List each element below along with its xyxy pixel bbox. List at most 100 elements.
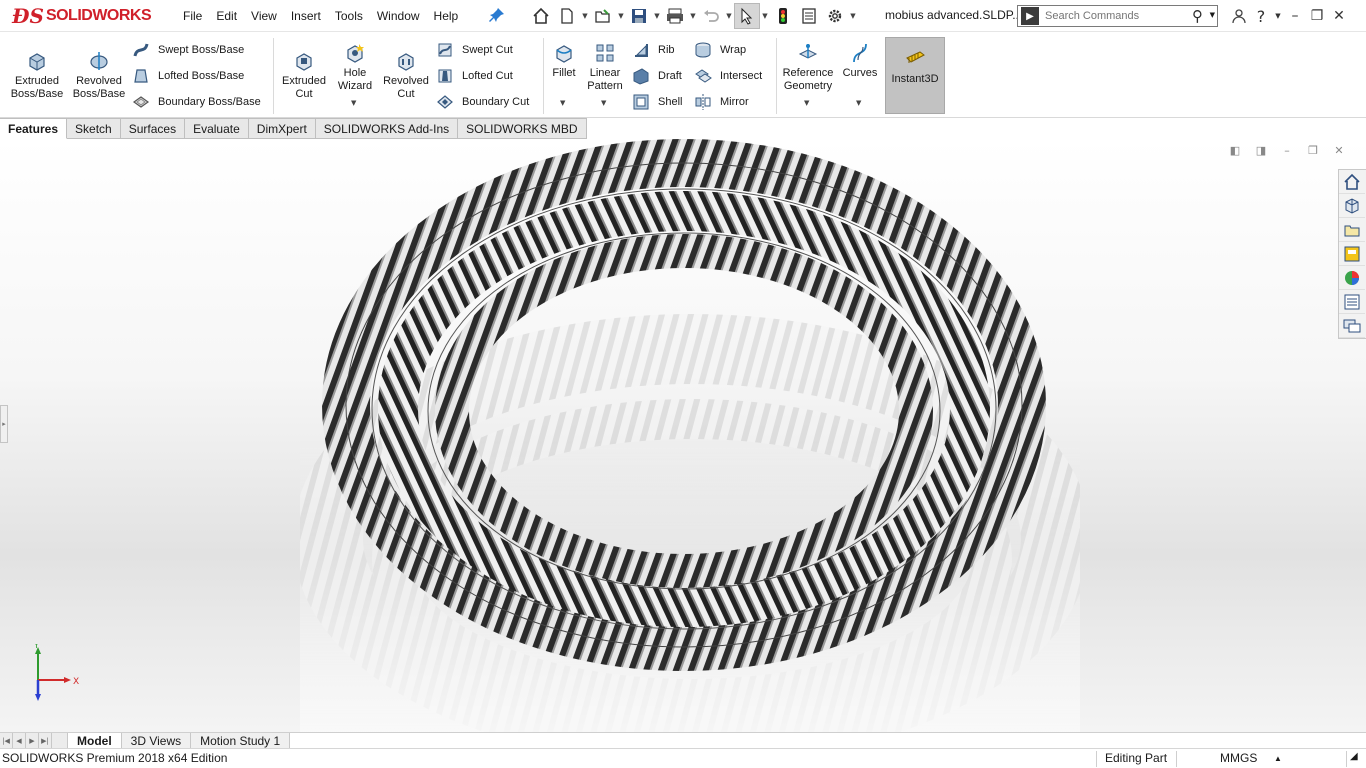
save-dropdown-icon[interactable]: ▼ <box>652 12 662 20</box>
wrap-button[interactable]: Wrap <box>694 40 746 60</box>
forum-chat-icon[interactable] <box>1339 314 1365 338</box>
tab-solidworks-addins[interactable]: SOLIDWORKS Add-Ins <box>315 118 459 139</box>
select-dropdown-icon[interactable]: ▼ <box>760 12 770 20</box>
resize-grip-icon[interactable]: ◢ <box>1350 751 1358 762</box>
lofted-cut-button[interactable]: Lofted Cut <box>436 66 513 86</box>
curves-label: Curves <box>842 67 878 79</box>
extruded-cut-button[interactable]: Extruded Cut <box>278 50 330 101</box>
status-divider <box>1176 751 1177 767</box>
options-gear-icon[interactable] <box>822 3 848 29</box>
rebuild-traffic-light-icon[interactable] <box>770 3 796 29</box>
search-commands-box[interactable]: ▶ ⚲ ▼ <box>1017 5 1218 27</box>
solidworks-logo[interactable]: ƉS SOLIDWORKS <box>12 2 156 30</box>
print-icon[interactable] <box>662 3 688 29</box>
graphics-viewport[interactable]: ◧ ◨ – ❐ ✕ ▸ X Y <box>0 139 1366 732</box>
print-dropdown-icon[interactable]: ▼ <box>688 12 698 20</box>
new-document-icon[interactable] <box>554 3 580 29</box>
close-icon[interactable]: ✕ <box>1328 4 1350 28</box>
tab-evaluate[interactable]: Evaluate <box>185 118 249 139</box>
tab-3d-views[interactable]: 3D Views <box>121 733 192 748</box>
fillet-button[interactable]: Fillet <box>548 42 580 80</box>
solidworks-resources-icon[interactable] <box>1339 170 1365 194</box>
help-dropdown-icon[interactable]: ▼ <box>1272 4 1284 28</box>
search-dropdown-icon[interactable]: ▼ <box>1210 11 1215 19</box>
tab-motion-study-1[interactable]: Motion Study 1 <box>191 733 291 748</box>
menu-tools[interactable]: Tools <box>328 9 370 23</box>
file-explorer-icon[interactable] <box>1339 218 1365 242</box>
view-palette-icon[interactable] <box>1339 242 1365 266</box>
open-icon[interactable] <box>590 3 616 29</box>
instant3d-toggle[interactable]: Instant3D <box>885 37 945 114</box>
curves-button[interactable]: Curves <box>838 42 882 80</box>
undo-icon[interactable] <box>698 3 724 29</box>
draft-button[interactable]: Draft <box>632 66 682 86</box>
design-library-icon[interactable] <box>1339 194 1365 218</box>
custom-properties-icon[interactable] <box>1339 290 1365 314</box>
rib-button[interactable]: Rib <box>632 40 675 60</box>
minimize-icon[interactable]: – <box>1284 4 1306 28</box>
swept-cut-button[interactable]: Swept Cut <box>436 40 513 60</box>
tab-dimxpert[interactable]: DimXpert <box>248 118 316 139</box>
menu-insert[interactable]: Insert <box>284 9 328 23</box>
search-input[interactable] <box>1045 7 1185 25</box>
tab-features[interactable]: Features <box>0 118 68 139</box>
bottom-tabs-bar: |◀ ◀ ▶ ▶| Model 3D Views Motion Study 1 <box>0 732 1366 748</box>
viewport-restore-icon[interactable]: ❐ <box>1300 141 1326 159</box>
home-icon[interactable] <box>528 3 554 29</box>
menu-help[interactable]: Help <box>427 9 466 23</box>
new-dropdown-icon[interactable]: ▼ <box>580 12 590 20</box>
user-account-icon[interactable] <box>1228 4 1250 28</box>
save-icon[interactable] <box>626 3 652 29</box>
help-question-icon[interactable]: ? <box>1250 4 1272 28</box>
viewport-minimize-icon[interactable]: – <box>1274 141 1300 159</box>
linear-pattern-dropdown-icon[interactable]: ▼ <box>601 99 606 107</box>
fillet-dropdown-icon[interactable]: ▼ <box>560 99 565 107</box>
status-units[interactable]: MMGS <box>1220 751 1257 765</box>
menu-file[interactable]: File <box>176 9 209 23</box>
first-tab-arrow-icon[interactable]: |◀ <box>0 733 13 748</box>
shell-button[interactable]: Shell <box>632 92 682 112</box>
tab-sketch[interactable]: Sketch <box>67 118 121 139</box>
curves-icon <box>853 43 867 63</box>
undo-dropdown-icon[interactable]: ▼ <box>724 12 734 20</box>
menu-edit[interactable]: Edit <box>209 9 244 23</box>
tab-scroll-arrows: |◀ ◀ ▶ ▶| <box>0 733 68 748</box>
tab-solidworks-mbd[interactable]: SOLIDWORKS MBD <box>458 118 587 139</box>
boundary-cut-button[interactable]: Boundary Cut <box>436 92 529 112</box>
lofted-boss-button[interactable]: Lofted Boss/Base <box>132 66 244 86</box>
hole-wizard-dropdown-icon[interactable]: ▼ <box>351 99 356 107</box>
menu-view[interactable]: View <box>244 9 284 23</box>
viewport-close-icon[interactable]: ✕ <box>1326 141 1352 159</box>
tab-surfaces[interactable]: Surfaces <box>120 118 186 139</box>
boundary-boss-button[interactable]: Boundary Boss/Base <box>132 92 261 112</box>
revolved-boss-button[interactable]: Revolved Boss/Base <box>70 50 128 101</box>
next-view-icon[interactable]: ◨ <box>1248 141 1274 159</box>
open-dropdown-icon[interactable]: ▼ <box>616 12 626 20</box>
revolved-cut-button[interactable]: Revolved Cut <box>380 50 432 101</box>
last-tab-arrow-icon[interactable]: ▶| <box>39 733 52 748</box>
tab-model[interactable]: Model <box>68 733 122 748</box>
reference-geometry-button[interactable]: Reference Geometry <box>780 42 836 93</box>
hole-wizard-button[interactable]: Hole Wizard <box>332 42 378 93</box>
select-pointer-icon[interactable] <box>734 3 760 29</box>
search-magnifier-icon[interactable]: ⚲ <box>1192 7 1203 25</box>
reference-geometry-dropdown-icon[interactable]: ▼ <box>804 99 809 107</box>
units-up-arrow-icon[interactable]: ▲ <box>1274 754 1282 763</box>
options-dropdown-icon[interactable]: ▼ <box>848 12 858 20</box>
mirror-button[interactable]: Mirror <box>694 92 749 112</box>
pin-menu-icon[interactable] <box>489 7 507 25</box>
next-tab-arrow-icon[interactable]: ▶ <box>26 733 39 748</box>
swept-boss-button[interactable]: Swept Boss/Base <box>132 40 244 60</box>
menu-window[interactable]: Window <box>370 9 427 23</box>
feature-manager-expand-handle[interactable]: ▸ <box>0 405 8 443</box>
restore-icon[interactable]: ❐ <box>1306 4 1328 28</box>
linear-pattern-button[interactable]: Linear Pattern <box>584 42 626 93</box>
extruded-boss-button[interactable]: Extruded Boss/Base <box>8 50 66 101</box>
curves-dropdown-icon[interactable]: ▼ <box>856 99 861 107</box>
file-properties-icon[interactable] <box>796 3 822 29</box>
intersect-button[interactable]: Intersect <box>694 66 762 86</box>
mobius-ring-model[interactable] <box>300 139 1080 732</box>
prev-tab-arrow-icon[interactable]: ◀ <box>13 733 26 748</box>
previous-view-icon[interactable]: ◧ <box>1222 141 1248 159</box>
appearances-scenes-icon[interactable] <box>1339 266 1365 290</box>
